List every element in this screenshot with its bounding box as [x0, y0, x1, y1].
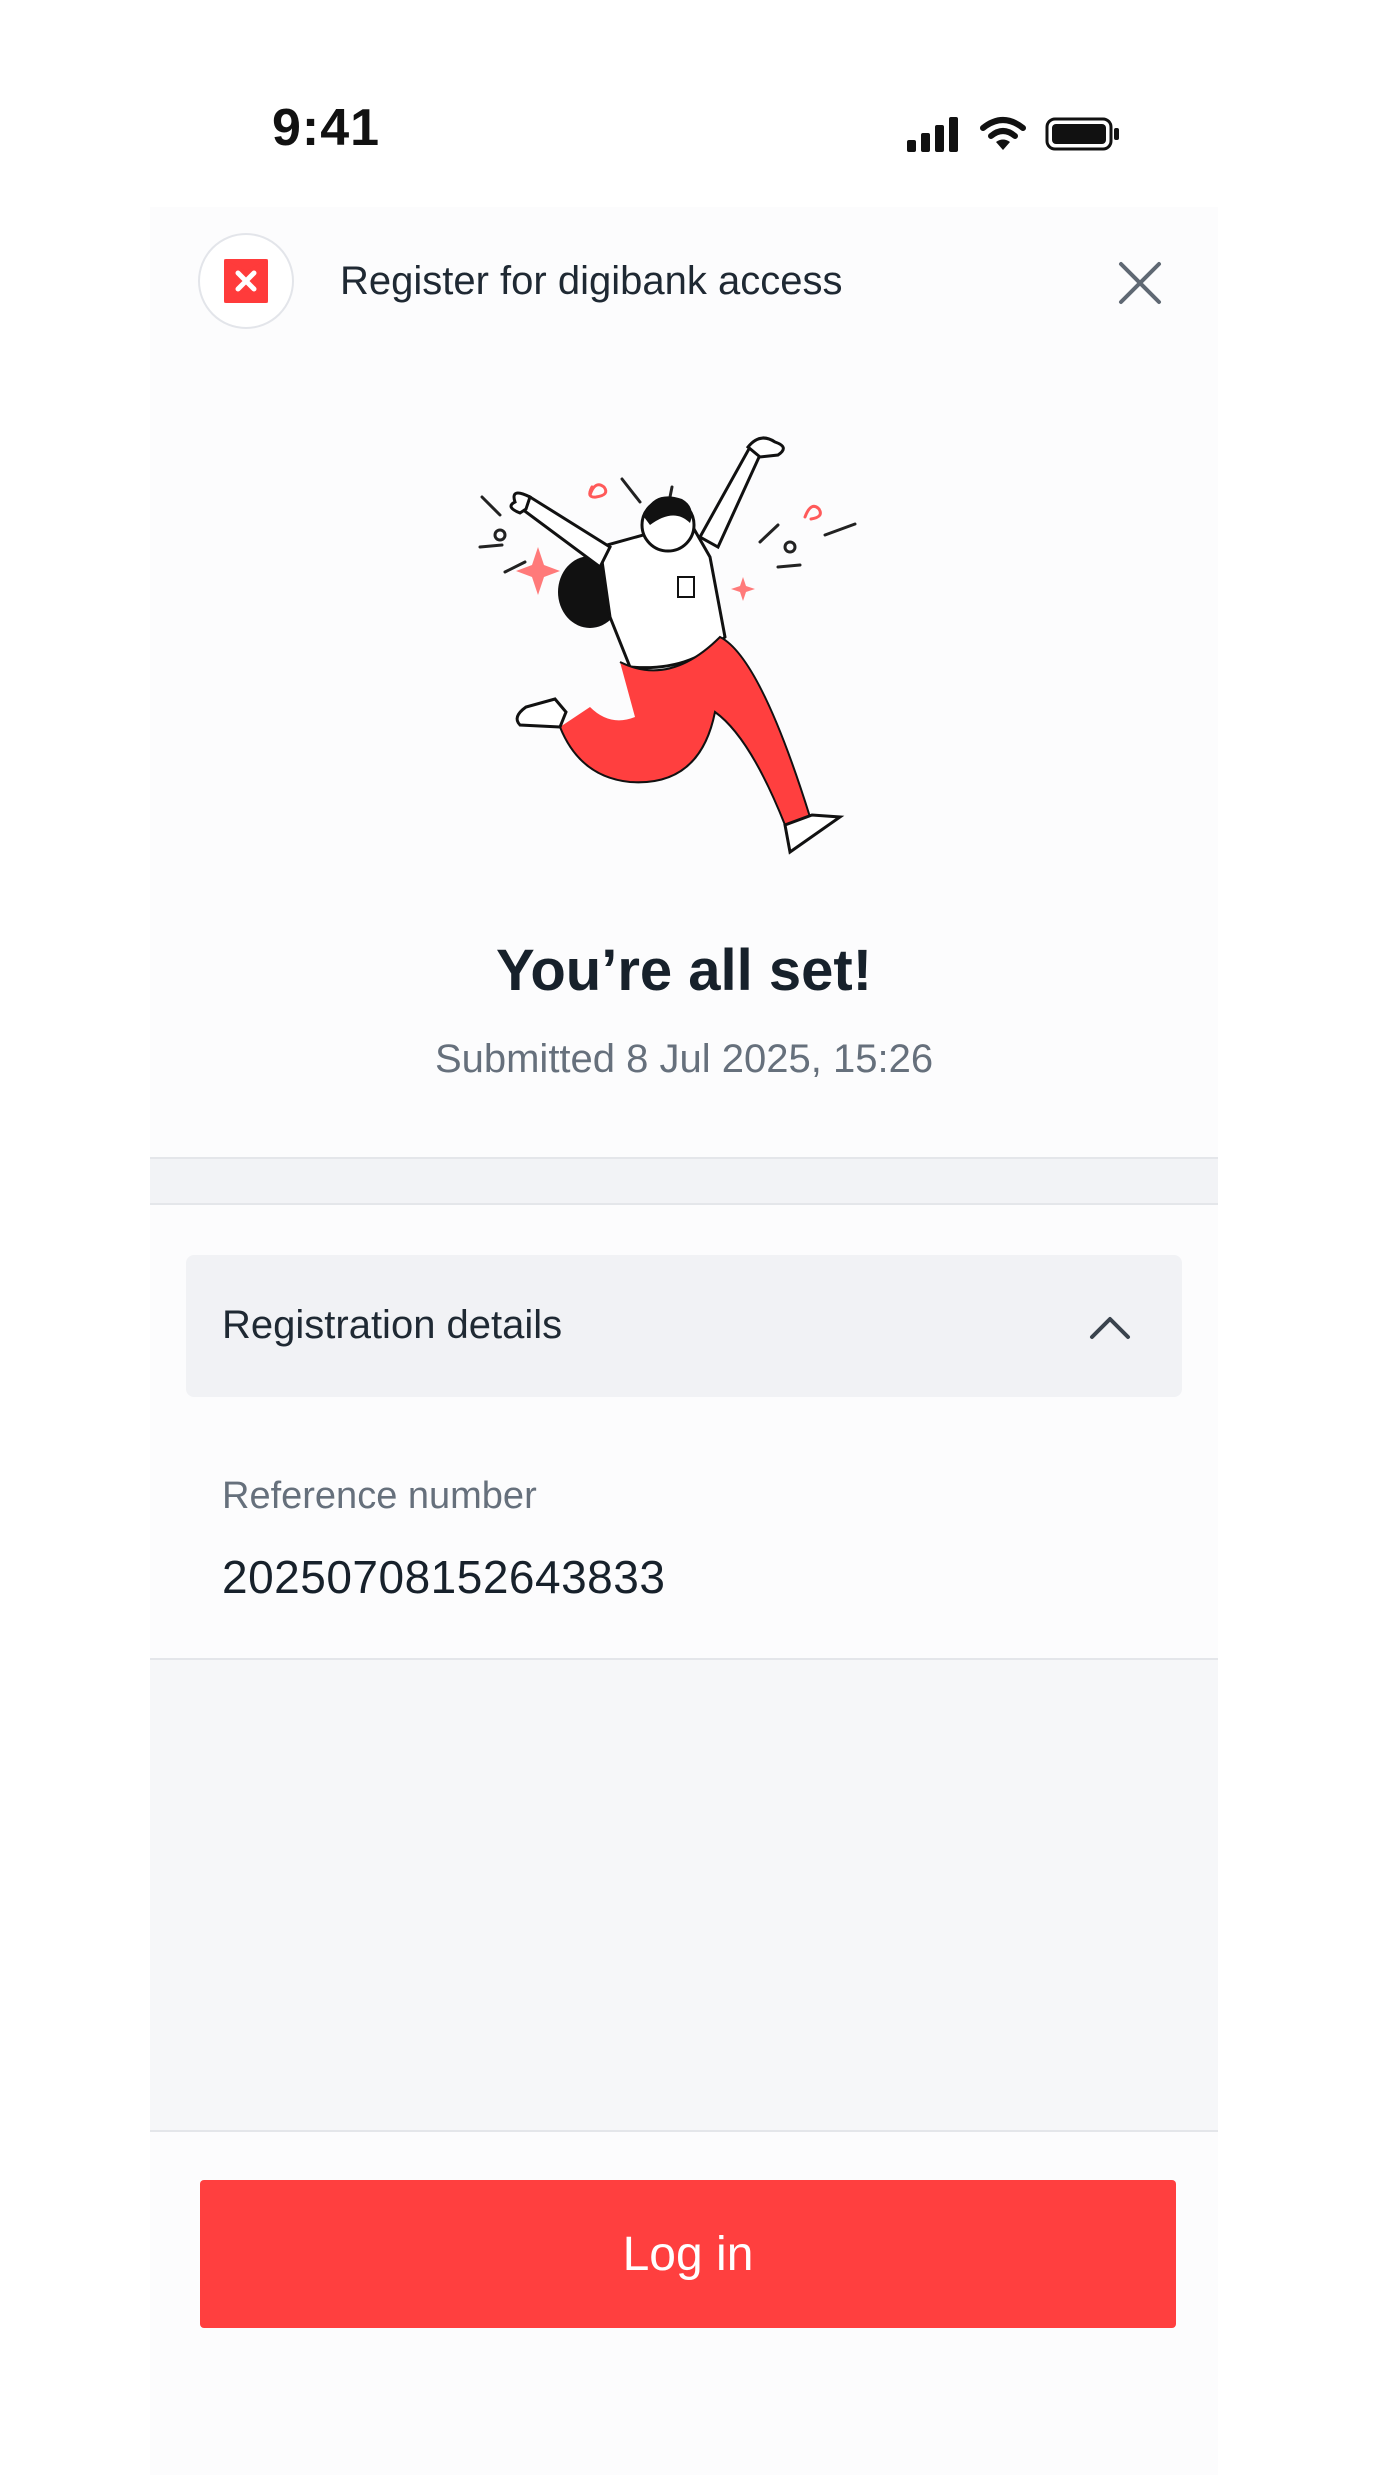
registration-details-section: Registration details Reference number 20… [150, 1205, 1218, 1660]
registration-success-screen: Register for digibank access You’re all … [150, 207, 1218, 2475]
status-bar: 9:41 [0, 0, 1374, 200]
reference-number-label: Reference number [222, 1475, 537, 1517]
chevron-up-icon [1090, 1317, 1130, 1339]
registration-details-toggle[interactable]: Registration details [186, 1255, 1182, 1397]
submitted-timestamp: Submitted 8 Jul 2025, 15:26 [434, 1037, 934, 1081]
close-button[interactable] [1112, 255, 1168, 311]
status-icons [905, 110, 1121, 158]
dbs-logo-icon [198, 233, 294, 329]
login-button-label: Log in [622, 2227, 754, 2281]
cellular-signal-icon [907, 117, 958, 152]
reference-number-value: 20250708152643833 [222, 1551, 666, 1603]
close-icon [1119, 262, 1161, 304]
footer: Log in [150, 2132, 1218, 2475]
status-time: 9:41 [272, 99, 381, 157]
success-title: You’re all set! [495, 938, 873, 1003]
login-button[interactable]: Log in [200, 2180, 1176, 2328]
section-divider [150, 1157, 1218, 1205]
registration-details-title: Registration details [222, 1303, 563, 1347]
wifi-icon [980, 117, 1026, 150]
celebrating-person-illustration [478, 436, 857, 855]
header-title: Register for digibank access [340, 259, 843, 303]
content-spacer [150, 1660, 1218, 2132]
battery-icon [1045, 117, 1119, 151]
header: Register for digibank access [150, 207, 1218, 357]
